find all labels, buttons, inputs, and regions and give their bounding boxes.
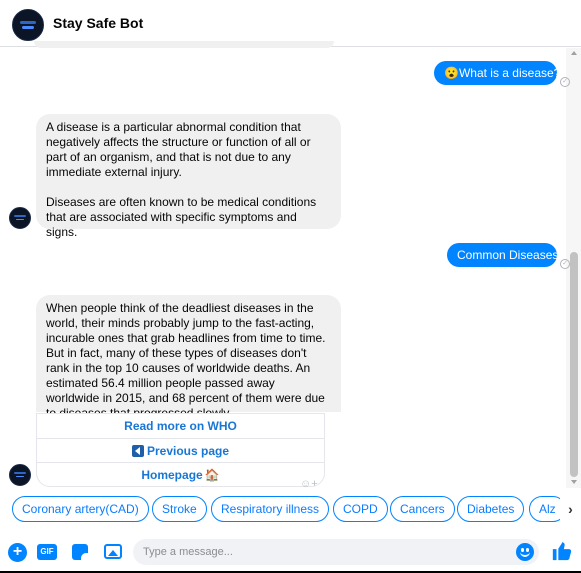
read-receipt-icon: ✓ [560, 77, 570, 87]
user-message-text: What is a disease? [458, 66, 561, 80]
read-receipt-icon: ✓ [560, 259, 570, 269]
scroll-down-arrow-icon[interactable] [571, 480, 577, 484]
emoji-icon[interactable] [516, 543, 534, 561]
gif-icon[interactable]: GIF [37, 544, 57, 560]
bot-message-avatar[interactable] [9, 464, 31, 486]
user-message-bubble[interactable]: 😮What is a disease? [434, 61, 561, 85]
bot-message-text: When people think of the deadliest disea… [46, 301, 326, 420]
astonished-emoji-icon: 😮 [444, 66, 459, 80]
add-reaction-icon[interactable]: ☺+ [300, 478, 318, 492]
homepage-button[interactable]: Homepage 🏠 [37, 462, 324, 486]
house-icon: 🏠 [204, 468, 220, 482]
composer-bar: + GIF [0, 530, 581, 573]
quick-reply-cancers[interactable]: Cancers [390, 496, 455, 522]
photo-icon[interactable] [104, 544, 122, 559]
sticker-icon[interactable] [72, 544, 88, 560]
quick-replies-next-icon[interactable]: › [560, 496, 581, 523]
quick-replies: Coronary artery(CAD) Stroke Respiratory … [0, 496, 581, 523]
plus-icon[interactable]: + [8, 543, 27, 562]
bot-message-text: A disease is a particular abnormal condi… [46, 120, 311, 179]
user-message-text: Common Diseases [457, 248, 559, 262]
bot-message-text: Diseases are often known to be medical c… [46, 195, 317, 239]
quick-reply-copd[interactable]: COPD [333, 496, 388, 522]
scrollbar-thumb[interactable] [570, 252, 578, 477]
bot-name[interactable]: Stay Safe Bot [53, 15, 143, 31]
button-card: Read more on WHO Previous page Homepage 🏠 [36, 413, 325, 487]
quick-reply-cad[interactable]: Coronary artery(CAD) [12, 496, 149, 522]
previous-message-edge [34, 41, 334, 48]
previous-page-button[interactable]: Previous page [37, 438, 324, 462]
bot-message-bubble[interactable]: When people think of the deadliest disea… [36, 295, 341, 420]
back-arrow-icon [131, 445, 144, 457]
bot-message-bubble[interactable]: A disease is a particular abnormal condi… [36, 114, 341, 239]
thumbs-up-icon[interactable] [551, 540, 573, 562]
user-message-bubble[interactable]: Common Diseases [447, 243, 559, 267]
message-input[interactable] [141, 539, 511, 565]
read-more-who-button[interactable]: Read more on WHO [37, 414, 324, 438]
quick-reply-respiratory[interactable]: Respiratory illness [211, 496, 330, 522]
quick-reply-diabetes[interactable]: Diabetes [457, 496, 525, 522]
scroll-up-arrow-icon[interactable] [571, 51, 577, 55]
bot-message-avatar[interactable] [9, 207, 31, 229]
quick-reply-stroke[interactable]: Stroke [152, 496, 207, 522]
message-input-wrapper [133, 539, 539, 565]
chat-header: Stay Safe Bot [0, 0, 581, 47]
bot-avatar[interactable] [12, 9, 44, 41]
